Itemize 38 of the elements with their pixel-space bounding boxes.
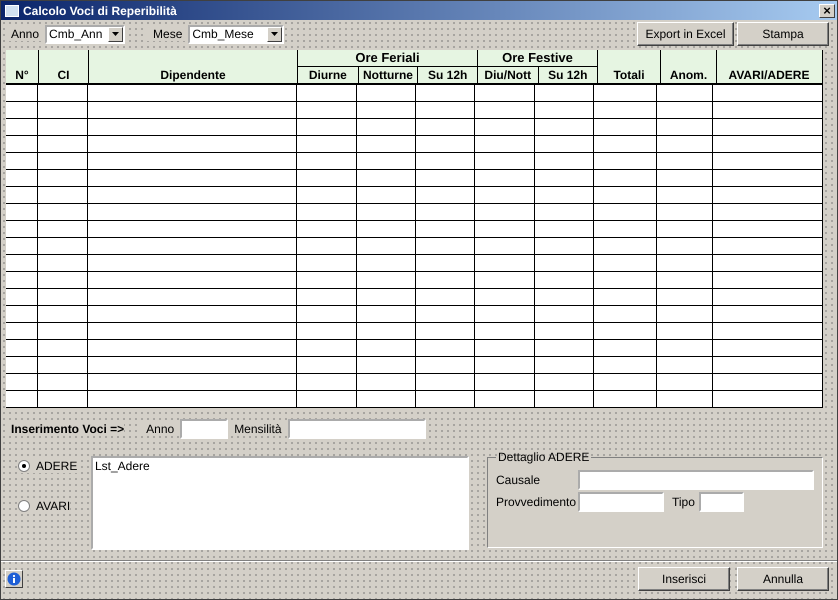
window-icon (5, 4, 19, 16)
column-header: Su 12h (417, 67, 477, 83)
window-title: Calcolo Voci di Reperibilità (23, 4, 177, 18)
input-field[interactable] (288, 419, 426, 439)
input-field[interactable] (180, 419, 228, 439)
column-group-header: Ore Festive (478, 50, 597, 67)
field-label: Provvedimento (496, 495, 578, 509)
input-field[interactable] (698, 492, 744, 512)
field-label: Anno (140, 422, 180, 436)
group-title: Dettaglio ADERE (497, 450, 590, 464)
column-header: Su 12h (538, 67, 597, 83)
column-header: N° (14, 67, 30, 83)
column-header: Notturne (358, 67, 418, 83)
input-field[interactable] (578, 470, 814, 490)
toolbar-button[interactable]: Stampa (737, 22, 829, 46)
dialog-button[interactable]: Inserisci (638, 567, 730, 591)
toolbar-button[interactable]: Export in Excel (637, 22, 734, 46)
combo-box[interactable]: Cmb_Mese (188, 24, 284, 44)
column-header: Dipendente (88, 50, 297, 83)
column-header: CI (38, 50, 88, 83)
column-header: Totali (597, 50, 660, 83)
input-field[interactable] (578, 492, 664, 512)
list-box[interactable]: Lst_Adere (91, 456, 469, 550)
info-icon[interactable] (5, 570, 23, 588)
field-label: Mensilità (228, 422, 288, 436)
column-header: AVARI/ADERE (716, 50, 821, 83)
radio-option[interactable]: ADERE (18, 459, 78, 473)
field-label: Causale (496, 473, 542, 487)
column-header: Diu/Nott (483, 67, 532, 83)
close-button[interactable]: × (819, 4, 835, 18)
column-group-header: Ore Feriali (298, 50, 477, 67)
list-item[interactable]: Lst_Adere (95, 459, 465, 473)
radio-option[interactable]: AVARI (18, 499, 70, 513)
combo-box[interactable]: Cmb_Ann (45, 24, 126, 44)
dialog-button[interactable]: Annulla (737, 567, 829, 591)
column-header: Diurne (308, 67, 348, 83)
filter-label: Mese (147, 27, 188, 41)
column-header: Anom. (660, 50, 716, 83)
